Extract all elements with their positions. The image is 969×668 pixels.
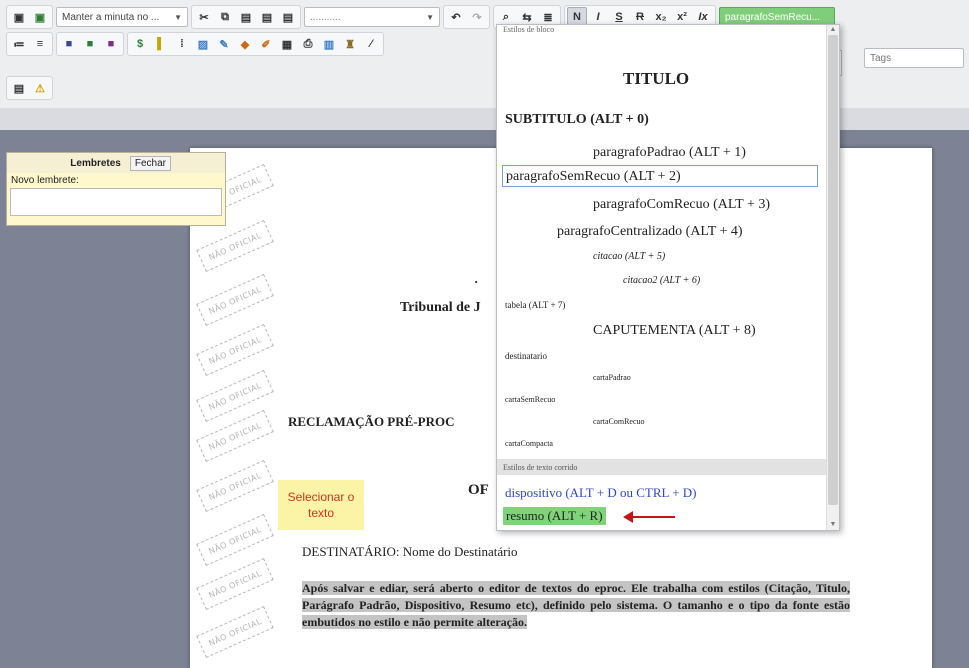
- print-icon[interactable]: ⎙: [298, 34, 318, 54]
- paint-icon[interactable]: ◆: [235, 34, 255, 54]
- table-icon[interactable]: ▦: [277, 34, 297, 54]
- body-paragraph[interactable]: Após salvar e ediar, será aberto o edito…: [302, 580, 850, 631]
- pointer-arrow-icon: [623, 511, 675, 523]
- of-heading: OF: [468, 482, 489, 498]
- save-icon[interactable]: ▣: [9, 7, 29, 27]
- style-item-paragrafo-sem-recuo[interactable]: paragrafoSemRecuo (ALT + 2): [502, 165, 818, 187]
- toolbar-row-3: ▤ ⚠: [6, 75, 53, 101]
- style-item-citacao2[interactable]: citacao2 (ALT + 6): [623, 275, 700, 286]
- undo-icon[interactable]: ↶: [446, 7, 466, 27]
- scroll-up-icon[interactable]: ▲: [827, 25, 839, 33]
- style-item-paragrafo-padrao[interactable]: paragrafoPadrao (ALT + 1): [593, 145, 746, 161]
- style-item-titulo[interactable]: TITULO: [623, 69, 689, 89]
- watermark-stamp: NÃO OFICIAL: [196, 557, 274, 611]
- list-group: ≔ ≡: [6, 32, 53, 56]
- redo-icon[interactable]: ↷: [467, 7, 487, 27]
- cut-icon[interactable]: ✂: [194, 7, 214, 27]
- style-item-resumo[interactable]: resumo (ALT + R): [503, 507, 606, 525]
- dropdown-scrollbar[interactable]: ▲ ▼: [826, 25, 839, 530]
- numbered-list-icon[interactable]: ≔: [9, 34, 29, 54]
- document-link-icon[interactable]: ■: [101, 34, 121, 54]
- style-item-paragrafo-centralizado[interactable]: paragrafoCentralizado (ALT + 4): [557, 224, 743, 240]
- paste-word-icon[interactable]: ▤: [278, 7, 298, 27]
- font-select[interactable]: ........... ▼: [304, 7, 440, 27]
- style-item-caputementa[interactable]: CAPUTEMENTA (ALT + 8): [593, 323, 756, 339]
- watermark-stamp: NÃO OFICIAL: [196, 605, 274, 659]
- pen-icon[interactable]: ✐: [256, 34, 276, 54]
- instruction-note: Selecionar o texto: [278, 480, 364, 530]
- document-add-icon[interactable]: ■: [80, 34, 100, 54]
- file-group: ▣ ▣: [6, 5, 53, 29]
- clipboard-group: ✂ ⧉ ▤ ▤ ▤: [191, 5, 301, 29]
- new-reminder-input[interactable]: [10, 188, 222, 216]
- font-select-value: ...........: [310, 11, 341, 23]
- toolbar-row-2: ≔ ≡ ■ ■ ■ $ ▌ ⁞ ▨ ✎ ◆ ✐ ▦ ⎙ ▥ ♜ ⁄: [6, 31, 384, 57]
- instruction-line-1: Selecionar o: [287, 490, 355, 504]
- paste-text-icon[interactable]: ▤: [257, 7, 277, 27]
- template-select[interactable]: Manter a minuta no ... ▼: [56, 7, 188, 27]
- chevron-down-icon: ▼: [426, 12, 434, 22]
- copy-icon[interactable]: ⧉: [215, 7, 235, 27]
- reminders-header: Lembretes Fechar: [7, 153, 225, 173]
- history-group: ↶ ↷: [443, 5, 490, 29]
- paste-icon[interactable]: ▤: [236, 7, 256, 27]
- style-item-tabela[interactable]: tabela (ALT + 7): [505, 300, 565, 310]
- columns-icon[interactable]: ⁞: [172, 34, 192, 54]
- style-item-carta-com-recuo[interactable]: cartaComRecuo: [593, 417, 645, 426]
- edit-icon[interactable]: ✎: [214, 34, 234, 54]
- new-reminder-label: Novo lembrete:: [11, 175, 79, 186]
- template-select-value: Manter a minuta no ...: [62, 11, 160, 23]
- scrollbar-thumb[interactable]: [828, 35, 838, 505]
- misc-group: ▤ ⚠: [6, 76, 53, 100]
- style-item-carta-padrao[interactable]: cartaPadrao: [593, 373, 631, 382]
- style-item-destinatario[interactable]: destinatario: [505, 351, 547, 361]
- reminders-panel: Lembretes Fechar Novo lembrete:: [6, 152, 226, 226]
- style-item-subtitulo[interactable]: SUBTITULO (ALT + 0): [505, 112, 649, 128]
- style-item-carta-sem-recuo[interactable]: cartaSemRecuo: [505, 395, 555, 404]
- scroll-down-icon[interactable]: ▼: [827, 520, 839, 528]
- claim-heading: RECLAMAÇÃO PRÉ-PROC: [288, 414, 455, 429]
- court-name: Tribunal de J: [400, 300, 481, 315]
- preview-icon[interactable]: ▤: [9, 78, 29, 98]
- style-menu-header: Estilos de bloco: [503, 25, 555, 34]
- instruction-text: Selecionar o texto: [288, 489, 355, 521]
- image-icon[interactable]: ▨: [193, 34, 213, 54]
- warning-icon[interactable]: ⚠: [30, 78, 50, 98]
- stamp-icon[interactable]: ♜: [340, 34, 360, 54]
- document-icon[interactable]: ■: [59, 34, 79, 54]
- insert-group: $ ▌ ⁞ ▨ ✎ ◆ ✐ ▦ ⎙ ▥ ♜ ⁄: [127, 32, 384, 56]
- bulleted-list-icon[interactable]: ≡: [30, 34, 50, 54]
- save-close-icon[interactable]: ▣: [30, 7, 50, 27]
- recipient-line: DESTINATÁRIO: Nome do Destinatário: [302, 544, 518, 559]
- chevron-down-icon: ▼: [174, 12, 182, 22]
- highlight-icon[interactable]: ▌: [151, 34, 171, 54]
- style-item-dispositivo[interactable]: dispositivo (ALT + D ou CTRL + D): [505, 485, 697, 501]
- currency-icon[interactable]: $: [130, 34, 150, 54]
- instruction-line-2: texto: [307, 506, 334, 520]
- document-group: ■ ■ ■: [56, 32, 124, 56]
- style-item-carta-compacta[interactable]: cartaCompacta: [505, 439, 553, 448]
- grid-icon[interactable]: ▥: [319, 34, 339, 54]
- style-item-citacao[interactable]: citacao (ALT + 5): [593, 251, 665, 262]
- watermark-stamp: NÃO OFICIAL: [196, 459, 274, 513]
- selected-text[interactable]: Após salvar e ediar, será aberto o edito…: [302, 581, 850, 629]
- style-select-value: paragrafoSemRecu...: [725, 11, 821, 23]
- stray-char: ·: [474, 274, 479, 289]
- watermark-stamp: NÃO OFICIAL: [196, 219, 274, 273]
- marker-icon[interactable]: ⁄: [361, 34, 381, 54]
- style-list: Estilos de bloco TITULO SUBTITULO (ALT +…: [497, 25, 827, 530]
- tags-input[interactable]: Tags: [864, 48, 964, 68]
- close-reminders-button[interactable]: Fechar: [129, 155, 171, 171]
- reminders-title: Lembretes: [70, 157, 121, 169]
- watermark-stamp: NÃO OFICIAL: [196, 273, 274, 327]
- style-item-paragrafo-com-recuo[interactable]: paragrafoComRecuo (ALT + 3): [593, 197, 770, 213]
- style-dropdown: Estilos de bloco TITULO SUBTITULO (ALT +…: [496, 24, 840, 531]
- tags-placeholder: Tags: [870, 52, 892, 64]
- watermark-stamp: NÃO OFICIAL: [196, 323, 274, 377]
- inline-styles-section: Estilos de texto corrido: [497, 459, 827, 475]
